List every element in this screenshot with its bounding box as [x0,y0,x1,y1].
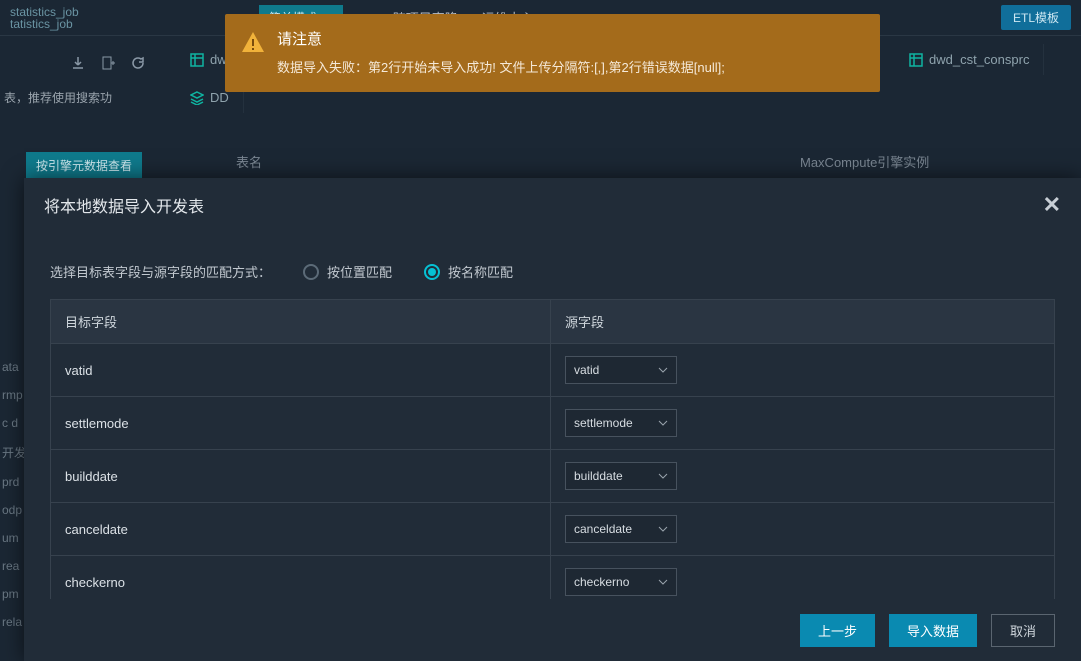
chevron-down-icon [658,524,668,534]
chevron-down-icon [658,365,668,375]
target-field: vatid [51,344,551,396]
table-row: settlemode settlemode [51,396,1054,449]
source-field-select[interactable]: vatid [565,356,677,384]
target-field: builddate [51,450,551,502]
import-button[interactable]: 导入数据 [889,614,977,647]
column-header-name: 表名 [236,152,262,171]
list-item[interactable]: c d [2,416,26,430]
table-row: builddate builddate [51,449,1054,502]
table-row: vatid vatid [51,343,1054,396]
list-item[interactable]: ata [2,360,26,374]
alert-title: 请注意 [277,28,862,49]
chevron-down-icon [658,471,668,481]
field-mapping-table: 目标字段 源字段 vatidvatidsettlemodesettlemodeb… [50,299,1055,599]
sidebar-hint: 表，推荐使用搜索功 [0,85,116,110]
list-item[interactable]: rea [2,559,26,573]
tab-consprc[interactable]: dwd_cst_consprc [895,44,1044,75]
table-row: checkerno checkerno [51,555,1054,599]
list-item[interactable]: pm [2,587,26,601]
target-field: canceldate [51,503,551,555]
modal-title: 将本地数据导入开发表 [44,193,204,217]
select-value: canceldate [574,522,632,536]
breadcrumb-line2: tatistics_job [10,18,79,30]
radio-icon [303,264,319,280]
radio-label: 按名称匹配 [448,262,513,281]
chevron-down-icon [658,577,668,587]
column-source: 源字段 [551,300,1054,343]
select-value: settlemode [574,416,633,430]
download-icon[interactable] [70,55,86,71]
chevron-down-icon [658,418,668,428]
list-item[interactable]: rmp [2,388,26,402]
list-item[interactable]: odp [2,503,26,517]
engine-metadata-button[interactable]: 按引擎元数据查看 [26,152,142,179]
table-icon [190,53,204,67]
tab-label: DD [210,90,229,105]
column-target: 目标字段 [51,300,551,343]
prev-button[interactable]: 上一步 [800,614,875,647]
match-label: 选择目标表字段与源字段的匹配方式： [50,262,271,281]
refresh-icon[interactable] [130,55,146,71]
list-item[interactable]: um [2,531,26,545]
table-row: canceldate canceldate [51,502,1054,555]
list-item[interactable]: prd [2,475,26,489]
warning-alert: 请注意 数据导入失败：第2行开始未导入成功! 文件上传分隔符:[,],第2行错误… [225,14,880,92]
radio-by-position[interactable]: 按位置匹配 [303,262,392,281]
etl-template-button[interactable]: ETL模板 [1001,5,1071,30]
sidebar-list: ata rmp c d 开发 prd odp um rea pm rela [0,360,26,629]
close-icon[interactable]: ✕ [1043,192,1061,218]
warning-icon [241,30,265,54]
import-modal: 将本地数据导入开发表 ✕ 选择目标表字段与源字段的匹配方式： 按位置匹配 按名称… [24,178,1081,661]
source-field-select[interactable]: settlemode [565,409,677,437]
new-file-icon[interactable] [100,55,116,71]
source-field-select[interactable]: builddate [565,462,677,490]
source-field-select[interactable]: checkerno [565,568,677,596]
select-value: vatid [574,363,599,377]
select-value: builddate [574,469,623,483]
column-header-engine: MaxCompute引擎实例 [800,152,929,171]
layers-icon [190,91,204,105]
select-value: checkerno [574,575,629,589]
list-item[interactable]: 开发 [2,444,26,461]
target-field: settlemode [51,397,551,449]
target-field: checkerno [51,556,551,599]
radio-label: 按位置匹配 [327,262,392,281]
source-field-select[interactable]: canceldate [565,515,677,543]
alert-body: 数据导入失败：第2行开始未导入成功! 文件上传分隔符:[,],第2行错误数据[n… [277,57,862,76]
breadcrumb-line1: statistics_job [10,6,79,18]
list-item[interactable]: rela [2,615,26,629]
radio-by-name[interactable]: 按名称匹配 [424,262,513,281]
cancel-button[interactable]: 取消 [991,614,1055,647]
radio-icon [424,264,440,280]
tab-label: dwd_cst_consprc [929,52,1029,67]
table-icon [909,53,923,67]
